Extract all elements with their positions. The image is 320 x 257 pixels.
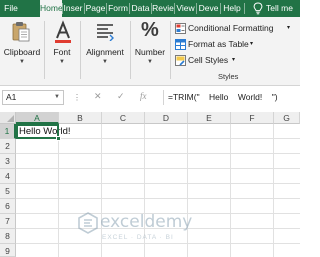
tab-view[interactable]: View <box>175 0 196 17</box>
row-header-2[interactable]: 2 <box>0 139 16 154</box>
tell-me-search[interactable]: Tell me <box>266 0 293 17</box>
column-header-a[interactable]: A <box>16 112 59 124</box>
enter-icon[interactable]: ✓ <box>117 91 125 102</box>
cell-styles-icon <box>175 55 186 66</box>
font-label: Font <box>53 47 71 57</box>
fill-handle[interactable] <box>56 136 61 141</box>
exceldemy-watermark: exceldemy EXCEL · DATA · BI <box>78 210 238 246</box>
conditional-formatting-label: Conditional Formatting <box>188 23 274 33</box>
column-header-f[interactable]: F <box>231 112 274 124</box>
row-header-6[interactable]: 6 <box>0 199 16 214</box>
chevron-down-icon: ▾ <box>250 41 254 47</box>
conditional-formatting-icon <box>175 23 186 34</box>
clipboard-icon <box>12 22 30 42</box>
percent-icon: % <box>141 19 159 41</box>
tab-developer[interactable]: Deve <box>197 0 220 17</box>
alignment-label: Alignment <box>86 47 124 57</box>
row-header-1[interactable]: 1 <box>0 124 16 139</box>
formula-input[interactable]: =TRIM(" Hello World! ") <box>163 90 299 105</box>
insert-function-icon[interactable]: fx <box>140 91 147 101</box>
formula-bar-grip-icon[interactable]: ⋮ <box>73 93 81 102</box>
cell-styles-label: Cell Styles <box>188 55 229 65</box>
conditional-formatting-button[interactable]: Conditional Formatting ▾ <box>175 22 295 35</box>
tab-insert[interactable]: Inser <box>62 0 84 17</box>
name-box[interactable]: A1 ▼ <box>2 90 64 105</box>
number-label: Number <box>134 47 166 57</box>
formula-bar: A1 ▼ ⋮ ✕ ✓ fx =TRIM(" Hello World! ") <box>0 88 300 107</box>
chevron-down-icon: ▼ <box>147 59 153 65</box>
column-header-g[interactable]: G <box>274 112 300 124</box>
tab-help[interactable]: Help <box>221 0 243 17</box>
tab-review[interactable]: Revie <box>152 0 174 17</box>
column-header-c[interactable]: C <box>102 112 145 124</box>
name-box-value: A1 <box>6 92 17 102</box>
row-header-8[interactable]: 8 <box>0 229 16 244</box>
select-all-button[interactable] <box>0 112 16 124</box>
chevron-down-icon: ▾ <box>232 57 236 63</box>
cell-styles-button[interactable]: Cell Styles ▾ <box>175 54 265 67</box>
tab-formulas[interactable]: Form <box>107 0 129 17</box>
watermark-name: exceldemy <box>100 212 193 232</box>
alignment-group[interactable]: Alignment ▼ <box>81 17 129 85</box>
number-group[interactable]: % Number ▼ <box>131 17 169 85</box>
column-header-d[interactable]: D <box>145 112 188 124</box>
exceldemy-logo-icon <box>78 212 98 234</box>
watermark-tagline: EXCEL · DATA · BI <box>102 234 174 241</box>
tab-page-layout[interactable]: Page <box>85 0 106 17</box>
active-cell-a1[interactable] <box>16 124 59 139</box>
align-icon <box>97 24 114 41</box>
tab-file[interactable]: File <box>0 0 22 17</box>
ribbon: Clipboard ▼ Font ▼ Alignment ▼ % Number … <box>0 17 300 86</box>
styles-group-label: Styles <box>218 72 239 81</box>
row-header-5[interactable]: 5 <box>0 184 16 199</box>
row-header-7[interactable]: 7 <box>0 214 16 229</box>
column-header-e[interactable]: E <box>188 112 231 124</box>
chevron-down-icon: ▼ <box>59 59 65 65</box>
lightbulb-icon <box>253 2 263 15</box>
row-header-9[interactable]: 9 <box>0 244 16 257</box>
format-as-table-icon <box>175 39 186 50</box>
format-as-table-label: Format as Table <box>188 39 249 49</box>
clipboard-label: Clipboard <box>3 47 41 57</box>
ribbon-tab-bar: File Home Inser Page Form Data Revie Vie… <box>0 0 300 19</box>
chevron-down-icon: ▼ <box>19 59 25 65</box>
font-icon <box>55 20 71 43</box>
tab-data[interactable]: Data <box>130 0 151 17</box>
column-header-b[interactable]: B <box>59 112 102 124</box>
chevron-down-icon: ▼ <box>102 59 108 65</box>
row-header-3[interactable]: 3 <box>0 154 16 169</box>
clipboard-group[interactable]: Clipboard ▼ <box>0 17 44 85</box>
font-group[interactable]: Font ▼ <box>45 17 79 85</box>
row-header-4[interactable]: 4 <box>0 169 16 184</box>
chevron-down-icon[interactable]: ▼ <box>54 91 60 104</box>
format-as-table-button[interactable]: Format as Table ▾ <box>175 38 275 51</box>
chevron-down-icon: ▾ <box>287 25 291 31</box>
cancel-icon[interactable]: ✕ <box>94 91 102 102</box>
